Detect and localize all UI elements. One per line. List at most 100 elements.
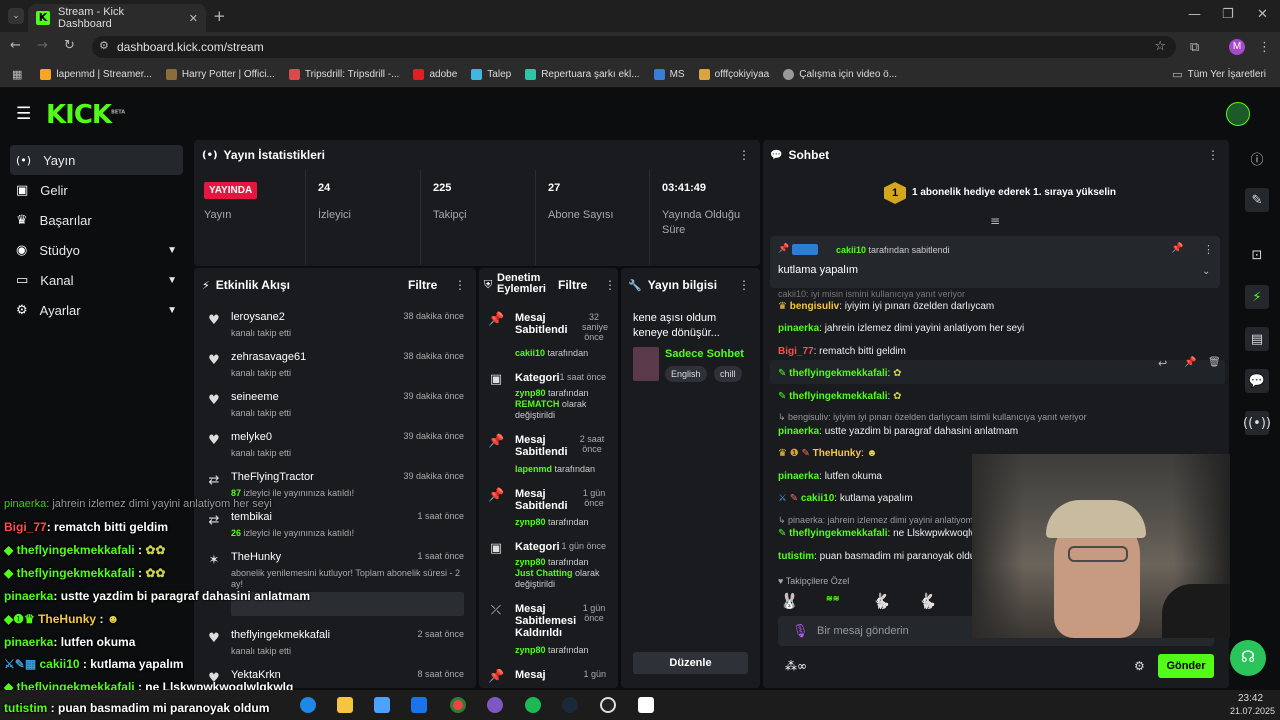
new-tab-icon[interactable]: + (213, 7, 226, 25)
bookmark-item[interactable]: adobe (413, 69, 457, 80)
chevron-down-icon[interactable]: ⌄ (1202, 266, 1210, 277)
explorer-taskbar-icon[interactable] (337, 697, 353, 713)
outlook-taskbar-icon[interactable] (411, 697, 427, 713)
activity-event[interactable]: ♥ seineeme kanalı takip etti 39 dakika önce (206, 391, 466, 431)
tag-chip[interactable]: chill (714, 366, 742, 382)
store-taskbar-icon[interactable] (374, 697, 390, 713)
mod-action[interactable]: ⤫ Mesaj Sabitlemesi Kaldırıldı 1 gün önce z… (488, 603, 616, 657)
chat-username[interactable]: cakii10 (801, 493, 834, 504)
emote-text-icon[interactable]: ≋≋ (826, 594, 839, 603)
extensions-icon[interactable]: ⧉ (1190, 40, 1199, 55)
forward-icon[interactable]: → (37, 38, 48, 53)
activity-event[interactable]: ♥ melyke0 kanalı takip etti 39 dakika önce (206, 431, 466, 471)
chat-message[interactable]: ✎ theflyingekmekkafali: ✿ (778, 391, 902, 402)
chat-username[interactable]: theflyingekmekkafali (789, 528, 887, 539)
kick-logo[interactable]: KICKBETA (46, 100, 125, 130)
mod-action[interactable]: 📌 Mesaj 1 gün (488, 669, 616, 687)
screenshot-icon[interactable]: ⊡ (1245, 243, 1269, 267)
support-headset-icon[interactable]: ☊ (1230, 640, 1266, 676)
pinned-message[interactable]: 📌 cakii10 tarafından sabitlendi kutlama … (770, 236, 1220, 288)
chat-message[interactable]: pinaerka: jahrein izlemez dimi yayini an… (778, 323, 1024, 334)
pin-message-icon[interactable]: 📌 (1184, 357, 1196, 368)
profile-avatar[interactable]: M (1229, 39, 1245, 55)
chat-more-icon[interactable]: ⋮ (1207, 148, 1219, 162)
nav-basarilar[interactable]: ♛ Başarılar (10, 205, 183, 235)
send-button[interactable]: Gönder (1158, 654, 1214, 678)
activity-event[interactable]: ♥ theflyingekmekkafali kanalı takip etti 2 … (206, 629, 466, 669)
chat-username[interactable]: Bigi_77 (778, 346, 814, 357)
spotify-taskbar-icon[interactable] (525, 697, 541, 713)
broadcast-toggle-icon[interactable]: ((•)) (1243, 411, 1271, 435)
chat-username[interactable]: theflyingekmekkafali (789, 368, 887, 379)
emote-bunny2-icon[interactable]: 🐇 (872, 592, 891, 610)
chat-message[interactable]: ✎ theflyingekmekkafali: ✿ (778, 368, 902, 379)
reload-icon[interactable]: ↻ (64, 38, 75, 53)
back-icon[interactable]: ← (10, 38, 21, 53)
browser-menu-icon[interactable]: ⋮ (1258, 40, 1271, 55)
window-close-icon[interactable]: ✕ (1257, 7, 1268, 22)
mic-icon[interactable]: 🎙 (792, 623, 809, 639)
browser-tab[interactable]: K Stream - Kick Dashboard ✕ (28, 4, 206, 32)
gift-banner-text[interactable]: 1 abonelik hediye ederek 1. sıraya yükse… (912, 187, 1116, 198)
chrome-taskbar-icon[interactable] (450, 697, 466, 713)
chat-username[interactable]: TheHunky (813, 448, 861, 459)
edge-taskbar-icon[interactable] (300, 697, 316, 713)
bookmark-star-icon[interactable]: ☆ (1154, 39, 1166, 54)
emote-bunny-icon[interactable]: 🐰 (780, 592, 799, 610)
stats-more-icon[interactable]: ⋮ (738, 148, 750, 162)
all-bookmarks[interactable]: ▭ Tüm Yer İşaretleri (1172, 68, 1266, 81)
moderation-more-icon[interactable]: ⋮ (604, 278, 616, 292)
bookmark-item[interactable]: Çalışma için video ö... (783, 69, 897, 80)
tab-search-icon[interactable]: ⌄ (8, 8, 24, 24)
chat-username[interactable]: pinaerka (778, 323, 819, 334)
chat-username[interactable]: theflyingekmekkafali (789, 391, 887, 402)
user-avatar[interactable] (1226, 102, 1250, 126)
chat-settings-icon[interactable]: ⚙ (1134, 659, 1145, 673)
chat-message[interactable]: pinaerka: ustte yazdim bi paragraf dahas… (778, 426, 1018, 437)
mod-action[interactable]: ▣ Kategori 1 saat önce zynp80 tarafından REM… (488, 372, 616, 424)
bookmark-item[interactable]: MS (653, 69, 685, 80)
notes-icon[interactable]: ▤ (1245, 327, 1269, 351)
bookmark-item[interactable]: lapenmd | Streamer... (40, 69, 152, 80)
nav-yayin[interactable]: (•) Yayın (10, 145, 183, 175)
mod-action[interactable]: 📌 Mesaj Sabitlendi 32 saniye önce cakii10 t… (488, 312, 616, 364)
emote-green-bunny-icon[interactable]: 🐇 (918, 592, 937, 610)
obs-taskbar-icon[interactable] (600, 697, 616, 713)
bookmark-item[interactable]: Harry Potter | Offici... (165, 69, 275, 80)
nav-gelir[interactable]: ▣ Gelir (10, 175, 183, 205)
document-taskbar-icon[interactable] (638, 697, 654, 713)
nav-studyo[interactable]: ◉ Stüdyo ▼ (10, 235, 183, 265)
stream-info-more-icon[interactable]: ⋮ (738, 278, 750, 292)
chat-message[interactable]: ♛ ❶ ✎ TheHunky: ☻ (778, 448, 877, 459)
reply-icon[interactable]: ↩ (1158, 357, 1167, 370)
minimize-icon[interactable]: — (1188, 7, 1201, 22)
hamburger-menu-icon[interactable]: ☰ (16, 104, 31, 124)
chat-username[interactable]: pinaerka (778, 471, 819, 482)
chat-scroll-handle-icon[interactable]: ≡ (990, 214, 1000, 228)
chat-message[interactable]: pinaerka: lutfen okuma (778, 471, 882, 482)
mod-action[interactable]: ▣ Kategori 1 gün önce zynp80 tarafından Just… (488, 541, 616, 593)
tab-close-icon[interactable]: ✕ (189, 12, 198, 25)
activity-more-icon[interactable]: ⋮ (454, 278, 466, 292)
edit-pencil-icon[interactable]: ✎ (1245, 188, 1269, 212)
chat-username[interactable]: bengisuliv (790, 301, 839, 312)
activity-event[interactable]: ♥ leroysane2 kanalı takip etti 38 dakika ön… (206, 311, 466, 351)
tag-chip[interactable]: English (665, 366, 707, 382)
activity-filter-button[interactable]: Filtre (408, 278, 437, 292)
bookmark-item[interactable]: Talep (471, 69, 511, 80)
apps-grid-icon[interactable]: ▦ (12, 68, 22, 81)
steam-taskbar-icon[interactable] (562, 697, 578, 713)
moderation-filter-button[interactable]: Filtre (558, 278, 587, 292)
mod-action[interactable]: 📌 Mesaj Sabitlendi 1 gün önce zynp80 tarafı… (488, 488, 616, 532)
unpin-icon[interactable]: 📌 (1171, 243, 1183, 254)
category-link[interactable]: Sadece Sohbet (665, 348, 744, 360)
activity-event[interactable]: ⇄ tembikai 26 izleyici ile yayınınıza katı… (206, 511, 466, 551)
site-info-icon[interactable]: ⚙ (99, 39, 109, 52)
activity-toggle-icon[interactable]: ⚡ (1245, 285, 1269, 309)
url-field[interactable]: ⚙ dashboard.kick.com/stream ☆ (92, 36, 1176, 58)
bookmark-item[interactable]: offfçokiyiyaa (698, 69, 769, 80)
delete-icon[interactable]: 🗑 (1208, 357, 1221, 368)
bookmark-item[interactable]: Repertuara şarkı ekl... (525, 69, 640, 80)
emote-picker-icon[interactable]: ⁂∞ (785, 659, 807, 673)
pinned-more-icon[interactable]: ⋮ (1203, 243, 1214, 256)
